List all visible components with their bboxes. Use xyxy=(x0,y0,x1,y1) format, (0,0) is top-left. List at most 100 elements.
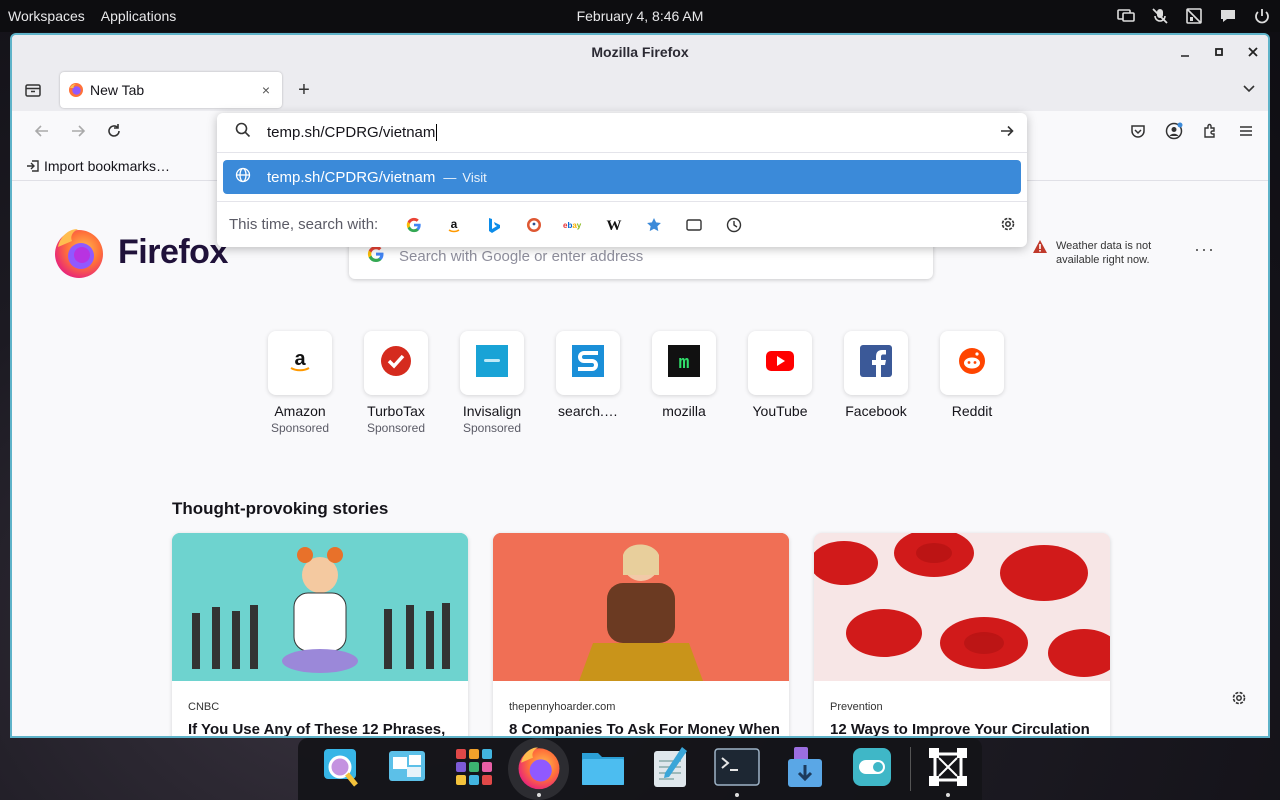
shortcut-tile[interactable]: m xyxy=(652,331,716,395)
shortcut-tile[interactable] xyxy=(748,331,812,395)
shortcut-reddit[interactable]: Reddit xyxy=(940,331,1004,435)
shortcut-amazon[interactable]: a Amazon Sponsored xyxy=(268,331,332,435)
reload-button[interactable] xyxy=(96,115,132,147)
svg-text:m: m xyxy=(679,354,690,374)
window-titlebar[interactable]: Mozilla Firefox xyxy=(12,35,1268,69)
story-title[interactable]: 12 Ways to Improve Your Circulation xyxy=(814,713,1110,736)
shortcut-tile[interactable] xyxy=(556,331,620,395)
hamburger-menu-icon[interactable] xyxy=(1228,115,1264,147)
story-card[interactable]: CNBC If You Use Any of These 12 Phrases, xyxy=(172,533,468,736)
weather-message-line1: Weather data is not xyxy=(1056,240,1152,252)
youtube-icon xyxy=(766,350,794,376)
dock-app-grid[interactable] xyxy=(441,738,508,800)
tab-close-icon[interactable]: × xyxy=(258,82,274,98)
close-window-button[interactable] xyxy=(1246,45,1260,59)
bing-engine-icon[interactable] xyxy=(474,211,514,239)
tab-new-tab[interactable]: New Tab × xyxy=(60,72,282,108)
shortcut-name: YouTube xyxy=(752,403,808,419)
dock-firefox[interactable] xyxy=(507,738,570,800)
shortcut-sponsored-label xyxy=(831,421,921,435)
tabs-icon[interactable] xyxy=(674,211,714,239)
shortcut-sponsored-label: Sponsored xyxy=(270,421,330,435)
shortcut-tile[interactable] xyxy=(460,331,524,395)
shortcut-sponsored-label: Sponsored xyxy=(462,421,522,435)
firefox-logo: Firefox xyxy=(52,225,228,279)
ebay-engine-icon[interactable]: ebay xyxy=(554,211,594,239)
shortcut-invisalign[interactable]: Invisalign Sponsored xyxy=(460,331,524,435)
shortcut-search-site[interactable]: search.… xyxy=(556,331,620,435)
reddit-icon xyxy=(958,347,986,380)
weather-widget: Weather data is not available right now. xyxy=(1032,239,1151,267)
urlbar-input[interactable]: temp.sh/CPDRG/vietnam xyxy=(267,124,438,142)
suggestion-url: temp.sh/CPDRG/vietnam xyxy=(267,168,436,186)
shortcut-tile[interactable] xyxy=(940,331,1004,395)
pocket-icon[interactable] xyxy=(1120,115,1156,147)
forward-button[interactable] xyxy=(60,115,96,147)
amazon-engine-icon[interactable]: a xyxy=(434,211,474,239)
import-bookmarks-button[interactable]: Import bookmarks… xyxy=(26,158,170,174)
back-button[interactable] xyxy=(24,115,60,147)
story-title[interactable]: 8 Companies To Ask For Money When xyxy=(493,713,789,736)
shortcut-turbotax[interactable]: TurboTax Sponsored xyxy=(364,331,428,435)
weather-message-line2: available right now. xyxy=(1056,254,1150,266)
urlbar-suggestion-visit[interactable]: temp.sh/CPDRG/vietnam — Visit xyxy=(223,160,1021,194)
workspaces-menu[interactable]: Workspaces xyxy=(0,8,93,24)
dock-files[interactable] xyxy=(569,738,636,800)
terminal-icon xyxy=(714,747,761,791)
applications-menu[interactable]: Applications xyxy=(93,8,185,24)
mozilla-icon: m xyxy=(668,344,700,382)
notifications-icon[interactable] xyxy=(1218,6,1238,26)
dock-text-editor[interactable] xyxy=(637,738,704,800)
shortcut-tile[interactable]: a xyxy=(268,331,332,395)
mic-muted-icon[interactable] xyxy=(1150,6,1170,26)
maximize-button[interactable] xyxy=(1212,45,1226,59)
shortcut-mozilla[interactable]: m mozilla xyxy=(652,331,716,435)
text-caret xyxy=(436,124,438,142)
power-icon[interactable] xyxy=(1252,6,1272,26)
minimize-button[interactable] xyxy=(1178,45,1192,59)
facebook-icon xyxy=(860,344,892,382)
list-all-tabs-chevron-icon[interactable] xyxy=(1242,81,1256,99)
dock-software-store[interactable] xyxy=(771,738,838,800)
running-indicator xyxy=(735,793,740,797)
dock-magnifier[interactable] xyxy=(306,738,373,800)
duckduckgo-engine-icon[interactable] xyxy=(514,211,554,239)
history-clock-icon[interactable] xyxy=(714,211,754,239)
account-icon[interactable] xyxy=(1156,115,1192,147)
go-arrow-icon[interactable] xyxy=(999,123,1015,144)
shortcut-tile[interactable] xyxy=(364,331,428,395)
invisalign-icon xyxy=(476,344,508,382)
dock-separator xyxy=(909,747,911,791)
dock-terminal[interactable] xyxy=(704,738,771,800)
svg-text:a: a xyxy=(451,217,458,231)
dock-screenshot[interactable] xyxy=(915,738,982,800)
shortcut-youtube[interactable]: YouTube xyxy=(748,331,812,435)
display-icon[interactable] xyxy=(1116,6,1136,26)
tab-bar: New Tab × + xyxy=(12,69,1268,111)
firefox-view-button[interactable] xyxy=(22,74,44,106)
personalize-gear-icon[interactable] xyxy=(1230,689,1248,712)
system-tray xyxy=(1116,0,1272,32)
dock-workspaces[interactable] xyxy=(373,738,440,800)
shortcut-name: Invisalign xyxy=(462,403,522,419)
urlbar-input-row[interactable]: temp.sh/CPDRG/vietnam xyxy=(217,113,1027,153)
weather-more-options-button[interactable]: ··· xyxy=(1194,239,1215,260)
search-settings-gear-icon[interactable] xyxy=(999,215,1017,238)
wikipedia-engine-icon[interactable]: W xyxy=(594,211,634,239)
network-disabled-icon[interactable] xyxy=(1184,6,1204,26)
clock[interactable]: February 4, 8:46 AM xyxy=(0,8,1280,24)
extensions-icon[interactable] xyxy=(1192,115,1228,147)
shortcut-tile[interactable] xyxy=(844,331,908,395)
dock-settings-toggle[interactable] xyxy=(838,738,905,800)
google-engine-icon[interactable] xyxy=(394,211,434,239)
shortcut-facebook[interactable]: Facebook xyxy=(844,331,908,435)
shortcut-name: Amazon xyxy=(274,403,326,419)
svg-text:a: a xyxy=(294,348,306,370)
story-card[interactable]: Prevention 12 Ways to Improve Your Circu… xyxy=(814,533,1110,736)
story-title[interactable]: If You Use Any of These 12 Phrases, xyxy=(172,713,468,736)
new-tab-button[interactable]: + xyxy=(294,79,314,101)
bookmarks-star-icon[interactable] xyxy=(634,211,674,239)
story-card[interactable]: thepennyhoarder.com 8 Companies To Ask F… xyxy=(493,533,789,736)
stories-cards: CNBC If You Use Any of These 12 Phrases,… xyxy=(172,533,1110,736)
story-image xyxy=(814,533,1110,681)
